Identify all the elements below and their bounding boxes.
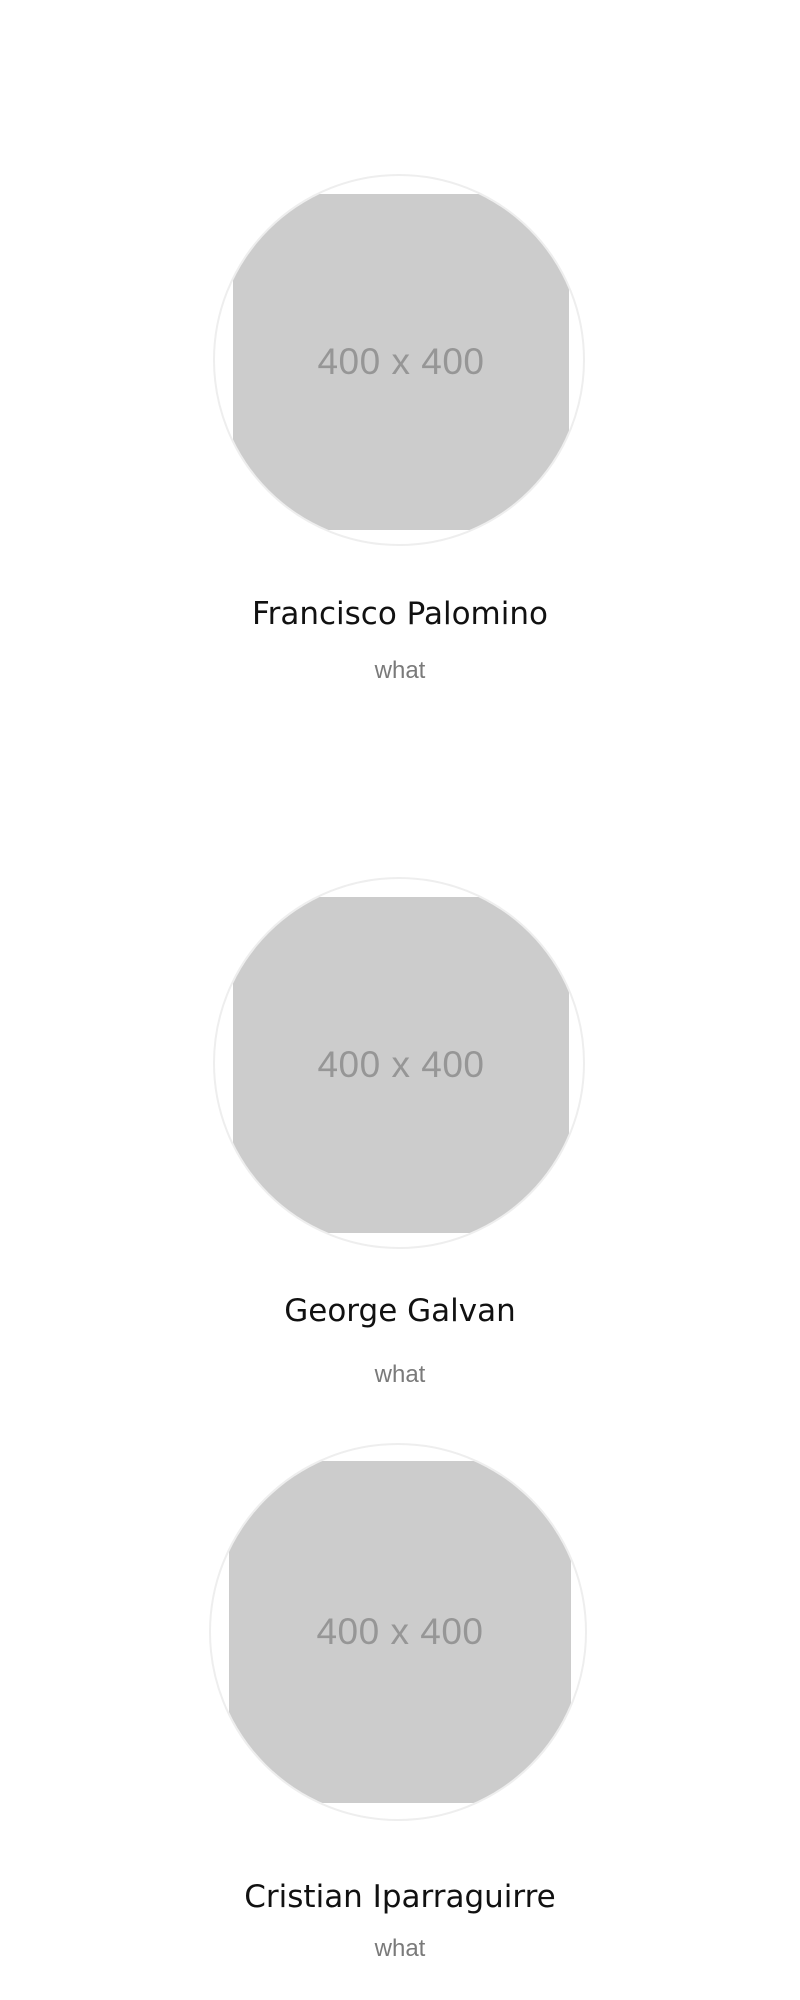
member-role: what: [374, 1361, 426, 1388]
avatar: 400 x 400: [213, 174, 585, 546]
avatar: 400 x 400: [213, 877, 585, 1249]
team-member-card: 400 x 400 Francisco Palomino what: [0, 0, 800, 700]
member-role: what: [374, 1935, 426, 1962]
avatar-placeholder-label: 400 x 400: [316, 1611, 484, 1652]
team-page: 400 x 400 Francisco Palomino what 400 x …: [0, 0, 800, 2000]
member-name: Cristian Iparraguirre: [244, 1879, 556, 1915]
avatar-placeholder-label: 400 x 400: [317, 1044, 485, 1085]
member-name: George Galvan: [284, 1293, 516, 1329]
team-member-card: 400 x 400 Cristian Iparraguirre what: [0, 1400, 800, 2000]
member-name: Francisco Palomino: [252, 596, 548, 632]
avatar: 400 x 400: [209, 1443, 587, 1821]
avatar-placeholder-image: 400 x 400: [229, 1461, 571, 1803]
team-member-card: 400 x 400 George Galvan what: [0, 700, 800, 1400]
avatar-placeholder-label: 400 x 400: [317, 341, 485, 382]
member-role: what: [374, 657, 426, 684]
avatar-placeholder-image: 400 x 400: [233, 194, 569, 530]
avatar-placeholder-image: 400 x 400: [233, 897, 569, 1233]
